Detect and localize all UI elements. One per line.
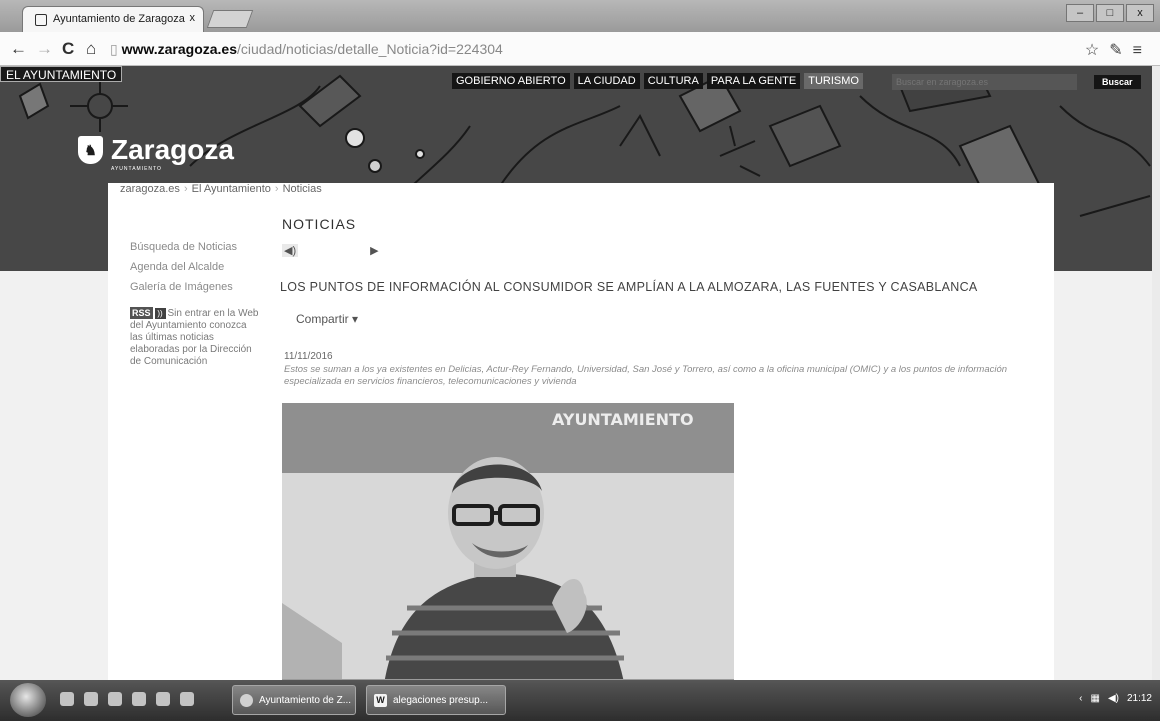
clock[interactable]: 21:12 (1127, 693, 1152, 704)
task-label: alegaciones presup... (393, 695, 489, 706)
top-nav: GOBIERNO ABIERTO LA CIUDAD CULTURA PARA … (452, 73, 863, 89)
browser-tab[interactable]: Ayuntamiento de Zaragoza x (22, 6, 204, 32)
system-tray: ‹ ▦ ◀) 21:12 (1079, 693, 1152, 704)
main-content: zaragoza.es › El Ayuntamiento › Noticias… (108, 183, 1054, 698)
sidebar-link-agenda[interactable]: Agenda del Alcalde (130, 261, 260, 273)
share-button[interactable]: Compartir ▾ (296, 312, 358, 326)
breadcrumb: zaragoza.es › El Ayuntamiento › Noticias (120, 183, 322, 195)
nav-para-la-gente[interactable]: PARA LA GENTE (706, 73, 801, 89)
rss-block[interactable]: RSS)) Sin entrar en la Web del Ayuntamien… (130, 307, 260, 368)
tab-title: Ayuntamiento de Zaragoza (53, 13, 185, 25)
sidebar: Búsqueda de Noticias Agenda del Alcalde … (130, 241, 260, 368)
ayuntamiento-link[interactable]: EL AYUNTAMIENTO (0, 66, 123, 82)
news-photo-image: AYUNTAMIENTO (282, 403, 734, 698)
news-headline: LOS PUNTOS DE INFORMACIÓN AL CONSUMIDOR … (280, 280, 978, 294)
search-button[interactable]: Buscar (1094, 75, 1141, 89)
close-window-button[interactable]: x (1126, 4, 1154, 22)
breadcrumb-separator: › (274, 183, 279, 195)
nav-gobierno-abierto[interactable]: GOBIERNO ABIERTO (452, 73, 570, 89)
photo-backdrop-text: AYUNTAMIENTO (552, 410, 694, 429)
network-icon[interactable]: ▦ (1090, 693, 1099, 704)
window-controls: – □ x (1066, 4, 1154, 22)
page-scrollbar[interactable] (1152, 66, 1160, 680)
section-title: NOTICIAS (282, 216, 357, 232)
speaker-icon[interactable]: ◀) (282, 243, 299, 257)
media-icon[interactable] (84, 692, 98, 706)
shield-icon: ♞ (78, 136, 103, 164)
taskbar-task-word[interactable]: W alegaciones presup... (366, 685, 506, 715)
word-task-icon: W (374, 694, 387, 707)
home-icon[interactable]: ⌂ (86, 39, 96, 59)
chrome-icon[interactable] (180, 692, 194, 706)
back-arrow-icon[interactable]: ← (10, 39, 27, 59)
breadcrumb-item[interactable]: Noticias (283, 183, 322, 195)
new-tab-button[interactable] (206, 10, 254, 28)
tray-arrow-icon[interactable]: ‹ (1079, 693, 1082, 704)
start-button[interactable] (10, 683, 46, 717)
url-domain: www.zaragoza.es (121, 41, 238, 57)
tab-favicon-icon (35, 14, 47, 26)
minimize-button[interactable]: – (1066, 4, 1094, 22)
explorer-icon[interactable] (60, 692, 74, 706)
logo-subtext: AYUNTAMIENTO (111, 166, 162, 172)
breadcrumb-item[interactable]: El Ayuntamiento (192, 183, 271, 195)
zaragoza-logo[interactable]: ♞ Zaragoza AYUNTAMIENTO (78, 134, 234, 172)
os-taskbar: Ayuntamiento de Z... W alegaciones presu… (0, 680, 1160, 721)
site-search-input[interactable] (892, 74, 1077, 90)
page-icon: ▯ (110, 41, 122, 57)
taskbar-task-browser[interactable]: Ayuntamiento de Z... (232, 685, 356, 715)
browser-icon[interactable] (108, 692, 122, 706)
audio-player[interactable]: ◀) ▶ (282, 240, 402, 260)
toolbar-extensions: ☆✎≡ (1085, 40, 1152, 60)
breadcrumb-separator: › (183, 183, 188, 195)
forward-arrow-icon[interactable]: → (36, 39, 53, 59)
menu-icon[interactable]: ≡ (1133, 42, 1152, 59)
nav-turismo[interactable]: TURISMO (804, 73, 863, 89)
rss-badge[interactable]: RSS (130, 307, 153, 319)
tab-close-icon[interactable]: x (190, 12, 196, 24)
browser-toolbar: ← → C ⌂ ▯ www.zaragoza.es/ciudad/noticia… (0, 32, 1160, 66)
task-label: Ayuntamiento de Z... (259, 695, 352, 706)
app-icon[interactable] (156, 692, 170, 706)
nav-cultura[interactable]: CULTURA (643, 73, 703, 89)
news-summary: Estos se suman a los ya existentes en De… (284, 364, 1008, 387)
quick-launch (60, 692, 194, 706)
nav-la-ciudad[interactable]: LA CIUDAD (573, 73, 640, 89)
maximize-button[interactable]: □ (1096, 4, 1124, 22)
reload-icon[interactable]: C (62, 39, 74, 59)
news-photo: AYUNTAMIENTO (282, 403, 734, 698)
play-icon[interactable]: ▶ (370, 244, 378, 257)
url-path: /ciudad/noticias/detalle_Noticia?id=2243… (237, 41, 503, 57)
volume-icon[interactable]: ◀) (1108, 693, 1119, 704)
ie-icon[interactable] (132, 692, 146, 706)
chrome-task-icon (240, 694, 253, 707)
rss-feed-icon[interactable]: )) (154, 308, 166, 319)
logo-wordmark: Zaragoza (111, 134, 234, 165)
browser-titlebar: Ayuntamiento de Zaragoza x – □ x (0, 0, 1160, 32)
news-date: 11/11/2016 (284, 351, 333, 362)
breadcrumb-item[interactable]: zaragoza.es (120, 183, 180, 195)
address-bar[interactable]: ▯ www.zaragoza.es/ciudad/noticias/detall… (110, 38, 1110, 60)
sidebar-link-galeria[interactable]: Galería de Imágenes (130, 281, 260, 293)
star-icon[interactable]: ☆ (1085, 42, 1109, 59)
extension-icon[interactable]: ✎ (1109, 42, 1132, 59)
sidebar-link-busqueda[interactable]: Búsqueda de Noticias (130, 241, 260, 253)
